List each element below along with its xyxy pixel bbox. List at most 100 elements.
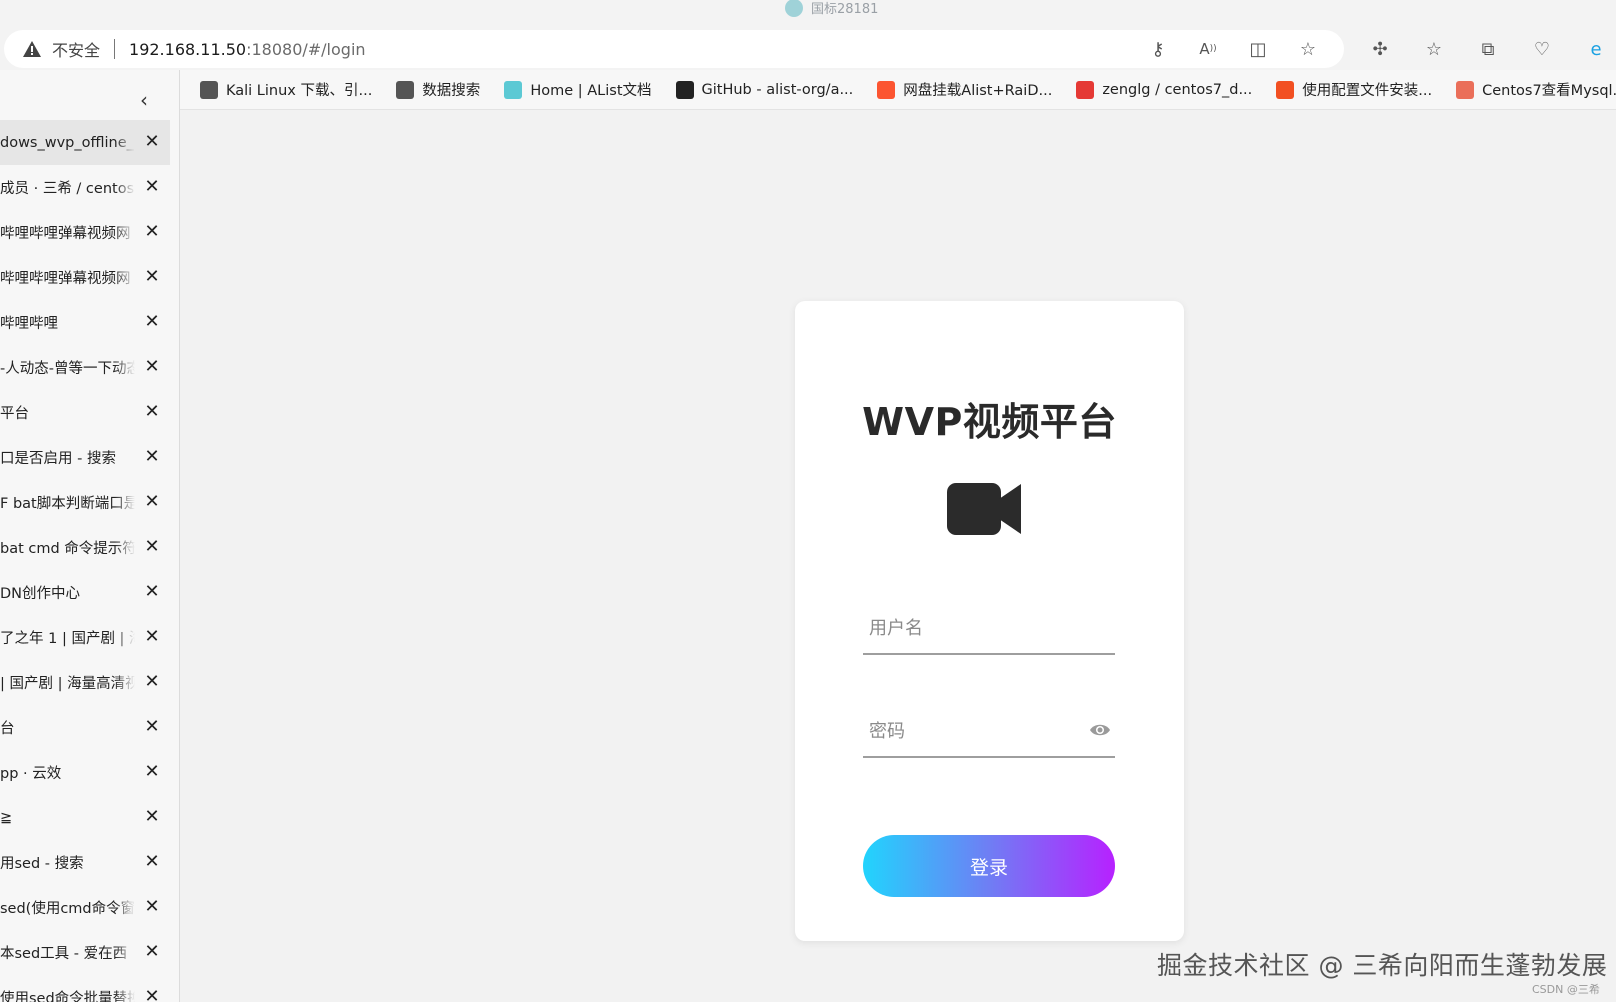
address-bar[interactable]: 不安全 192.168.11.50 :18080/#/login ⚷ A)) ◫… <box>4 30 1344 68</box>
tab-item[interactable]: 口是否启用 - 搜索 ✕ <box>0 435 170 480</box>
tab-item[interactable]: 了之年 1 | 国产剧 | 海量 ✕ <box>0 615 170 660</box>
edge-icon[interactable]: e <box>1586 39 1606 60</box>
collections-icon[interactable]: ⧉ <box>1478 39 1498 60</box>
tab-title: 哔哩哔哩弹幕视频网 <box>0 226 131 242</box>
favorite-item[interactable]: Centos7查看Mysql... <box>1456 79 1616 100</box>
kali-icon <box>200 80 218 99</box>
extensions-icon[interactable]: ✣ <box>1370 39 1390 60</box>
favorite-star-icon[interactable]: ☆ <box>1298 39 1318 60</box>
close-tab-icon[interactable]: ✕ <box>142 447 162 467</box>
tab-item[interactable]: 哔哩哔哩 ✕ <box>0 300 170 345</box>
close-tab-icon[interactable]: ✕ <box>142 582 162 602</box>
tab-item[interactable]: 成员 · 三希 / centos7 ✕ <box>0 165 170 210</box>
favorite-label: zenglg / centos7_d... <box>1102 81 1253 98</box>
tab-item[interactable]: ≧ ✕ <box>0 795 170 840</box>
favorite-label: Centos7查看Mysql... <box>1482 83 1616 99</box>
close-tab-icon[interactable]: ✕ <box>142 492 162 512</box>
split-screen-icon[interactable]: ◫ <box>1248 39 1268 60</box>
read-aloud-icon[interactable]: A)) <box>1198 39 1218 59</box>
address-divider <box>114 39 116 59</box>
favorite-label: Kali Linux 下载、引... <box>226 83 373 99</box>
login-button[interactable]: 登录 <box>863 835 1115 897</box>
tab-item[interactable]: | 国产剧 | 海量高清视 ✕ <box>0 660 170 705</box>
favorite-label: Home | AList文档 <box>530 83 652 99</box>
eye-icon[interactable] <box>1089 722 1111 738</box>
site-favicon-icon <box>785 0 803 17</box>
tab-title: F bat脚本判断端口是否 <box>0 496 135 512</box>
close-tab-icon[interactable]: ✕ <box>142 402 162 422</box>
github-icon <box>675 80 694 99</box>
close-tab-icon[interactable]: ✕ <box>142 807 162 827</box>
tab-title: 成员 · 三希 / centos7 <box>0 181 135 197</box>
favorite-item[interactable]: GitHub - alist-org/a... <box>675 80 853 99</box>
close-tab-icon[interactable]: ✕ <box>142 177 162 197</box>
password-input[interactable] <box>863 706 1083 756</box>
tab-title: 本sed工具 - 爱在西 <box>0 946 128 962</box>
favorite-item[interactable]: zenglg / centos7_d... <box>1076 80 1253 99</box>
favorite-item[interactable]: 数据搜索 <box>396 79 480 100</box>
collapse-sidebar-icon[interactable]: ‹ <box>140 90 160 110</box>
password-field[interactable] <box>863 706 1115 758</box>
close-tab-icon[interactable]: ✕ <box>142 357 162 377</box>
favorite-item[interactable]: Kali Linux 下载、引... <box>200 79 372 100</box>
tab-title: 台 <box>0 721 15 737</box>
warning-icon[interactable] <box>22 40 42 58</box>
jianshu-icon <box>1456 80 1475 99</box>
close-tab-icon[interactable]: ✕ <box>142 672 162 692</box>
watermark-small: CSDN @三希 <box>1532 983 1600 996</box>
close-tab-icon[interactable]: ✕ <box>142 852 162 872</box>
tab-title: 口是否启用 - 搜索 <box>0 451 116 467</box>
tab-item[interactable]: 哔哩哔哩弹幕视频网 ✕ <box>0 210 170 255</box>
tab-item[interactable]: -人动态-曾等一下动态 ✕ <box>0 345 170 390</box>
username-input[interactable] <box>863 603 1083 653</box>
watermark: 掘金技术社区 @ 三希向阳而生蓬勃发展 <box>1157 951 1608 980</box>
tab-title: DN创作中心 <box>0 586 81 602</box>
close-tab-icon[interactable]: ✕ <box>142 312 162 332</box>
tab-item[interactable]: DN创作中心 ✕ <box>0 570 170 615</box>
close-tab-icon[interactable]: ✕ <box>142 627 162 647</box>
tab-item[interactable]: 哔哩哔哩弹幕视频网 ✕ <box>0 255 170 300</box>
tab-item[interactable]: sed(使用cmd命令窗口 ✕ <box>0 885 170 930</box>
tab-item[interactable]: bat cmd 命令提示符 ✕ <box>0 525 170 570</box>
close-tab-icon[interactable]: ✕ <box>142 897 162 917</box>
url-host[interactable]: 192.168.11.50 <box>129 40 246 59</box>
favorite-item[interactable]: Home | AList文档 <box>504 79 652 100</box>
browser-essentials-icon[interactable]: ♡ <box>1532 39 1552 60</box>
close-tab-icon[interactable]: ✕ <box>142 762 162 782</box>
url-path[interactable]: :18080/#/login <box>246 40 365 59</box>
password-key-icon[interactable]: ⚷ <box>1148 39 1168 60</box>
close-tab-icon[interactable]: ✕ <box>142 942 162 962</box>
tab-title: dows_wvp_offline_ins <box>0 134 135 151</box>
tab-item[interactable]: 平台 ✕ <box>0 390 170 435</box>
microsoft-icon <box>1276 80 1295 99</box>
username-field[interactable] <box>863 603 1115 655</box>
tab-title: -人动态-曾等一下动态 <box>0 361 135 377</box>
tab-item[interactable]: 使用sed命令批量替换 ✕ <box>0 975 170 1002</box>
tab-item[interactable]: 本sed工具 - 爱在西 ✕ <box>0 930 170 975</box>
security-label[interactable]: 不安全 <box>52 37 100 61</box>
page-content: WVP视频平台 登录 <box>181 111 1616 1002</box>
tab-item[interactable]: F bat脚本判断端口是否 ✕ <box>0 480 170 525</box>
tab-title: | 国产剧 | 海量高清视 <box>0 676 135 692</box>
close-tab-icon[interactable]: ✕ <box>142 132 162 152</box>
tab-list: dows_wvp_offline_ins✕成员 · 三希 / centos7✕哔… <box>0 120 170 1002</box>
favorites-bar: Kali Linux 下载、引... 数据搜索 Home | AList文档 GitH… <box>180 70 1616 110</box>
favorite-item[interactable]: 使用配置文件安装... <box>1276 79 1432 100</box>
tab-item[interactable]: 用sed - 搜索 ✕ <box>0 840 170 885</box>
tab-item[interactable]: pp · 云效 ✕ <box>0 750 170 795</box>
tab-title: ≧ <box>0 809 13 826</box>
favorite-label: 网盘挂载Alist+RaiD... <box>903 83 1053 99</box>
favorites-list-icon[interactable]: ☆ <box>1424 39 1444 60</box>
close-tab-icon[interactable]: ✕ <box>142 222 162 242</box>
vertical-tabs-sidebar: ‹ dows_wvp_offline_ins✕成员 · 三希 / centos7… <box>0 70 180 1002</box>
close-tab-icon[interactable]: ✕ <box>142 987 162 1002</box>
close-tab-icon[interactable]: ✕ <box>142 717 162 737</box>
close-tab-icon[interactable]: ✕ <box>142 267 162 287</box>
window-title-text: 国标28181 <box>811 2 879 17</box>
favorite-item[interactable]: 网盘挂载Alist+RaiD... <box>877 79 1052 100</box>
tab-item[interactable]: dows_wvp_offline_ins ✕ <box>0 120 170 165</box>
close-tab-icon[interactable]: ✕ <box>142 537 162 557</box>
video-camera-icon <box>947 483 1021 535</box>
tab-item[interactable]: 台 ✕ <box>0 705 170 750</box>
login-title: WVP视频平台 <box>862 400 1117 444</box>
